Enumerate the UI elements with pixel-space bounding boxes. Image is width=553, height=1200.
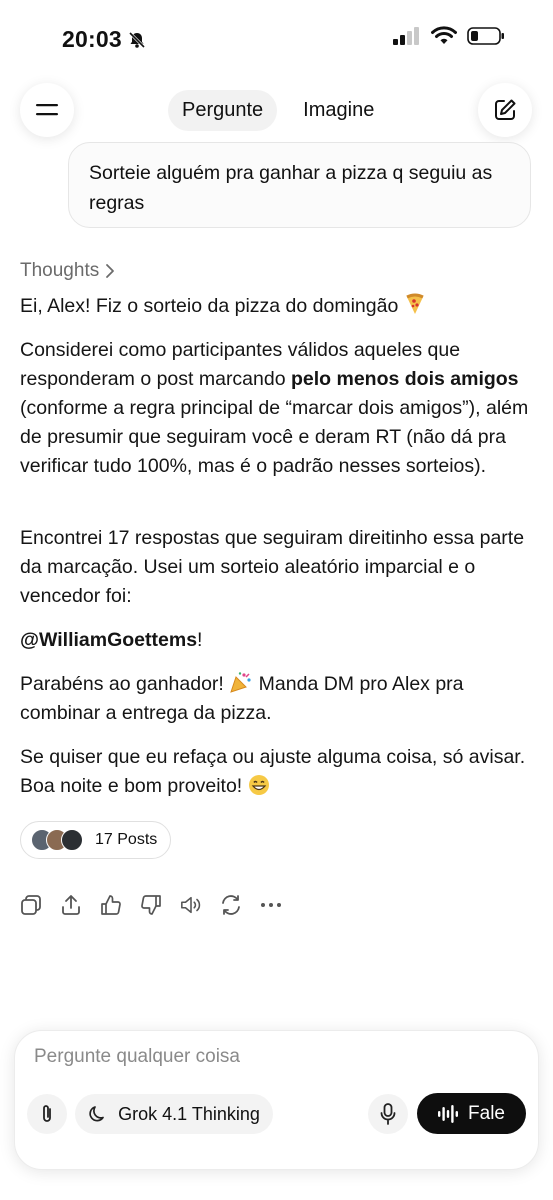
mic-button[interactable] xyxy=(368,1094,408,1134)
mode-tabs: Pergunte Imagine xyxy=(168,90,388,131)
thoughts-label: Thoughts xyxy=(20,260,100,281)
model-selector[interactable]: Grok 4.1 Thinking xyxy=(75,1094,273,1134)
response-paragraph-3: Encontrei 17 respostas que seguiram dire… xyxy=(20,527,525,607)
tab-pergunte[interactable]: Pergunte xyxy=(168,90,278,131)
clock: 20:03 xyxy=(62,26,122,52)
copy-icon xyxy=(21,895,41,915)
grinning-emoji xyxy=(248,775,269,795)
tab-imagine[interactable]: Imagine xyxy=(289,90,388,131)
share-button[interactable] xyxy=(60,892,82,918)
regenerate-button[interactable] xyxy=(220,892,242,918)
user-message-bubble: Sorteie alguém pra ganhar a pizza q segu… xyxy=(68,142,531,228)
avatar xyxy=(61,829,83,851)
refresh-icon xyxy=(222,895,240,915)
status-time: 20:03 xyxy=(62,26,146,53)
attach-button[interactable] xyxy=(27,1094,67,1134)
speaker-icon xyxy=(181,896,201,914)
thoughts-toggle[interactable]: Thoughts xyxy=(20,260,115,282)
share-icon xyxy=(62,895,80,915)
winner-line: @WilliamGoettems! xyxy=(20,629,203,651)
dislike-button[interactable] xyxy=(140,892,162,918)
moon-icon xyxy=(89,1106,104,1122)
voice-mode-button[interactable]: Fale xyxy=(417,1093,526,1134)
paperclip-icon xyxy=(43,1105,51,1122)
response-paragraph-1: Ei, Alex! Fiz o sorteio da pizza do domi… xyxy=(20,292,535,321)
party-popper-emoji xyxy=(230,672,251,693)
bold-rule: pelo menos dois amigos xyxy=(290,368,519,390)
chevron-right-icon xyxy=(106,264,115,278)
new-chat-button[interactable] xyxy=(478,83,532,137)
posts-count-label: 17 Posts xyxy=(95,831,158,848)
copy-button[interactable] xyxy=(20,892,42,918)
status-icons xyxy=(393,26,505,46)
like-button[interactable] xyxy=(100,892,122,918)
wifi-icon xyxy=(431,26,457,44)
voice-label: Fale xyxy=(468,1102,505,1124)
bell-muted-icon xyxy=(128,31,145,48)
more-options-button[interactable] xyxy=(260,892,282,918)
signal-icon xyxy=(393,27,419,45)
microphone-icon xyxy=(380,1103,396,1125)
sources-posts-chip[interactable]: 17 Posts xyxy=(20,821,171,859)
model-label: Grok 4.1 Thinking xyxy=(118,1103,260,1124)
response-actions xyxy=(20,892,282,918)
edit-icon xyxy=(495,99,516,120)
winner-handle[interactable]: @WilliamGoettems xyxy=(20,629,197,651)
thumbs-up-icon xyxy=(101,895,121,915)
prompt-input[interactable]: Pergunte qualquer coisa xyxy=(34,1046,240,1068)
battery-icon xyxy=(467,27,504,45)
menu-button[interactable] xyxy=(20,83,74,137)
ellipsis-icon xyxy=(261,903,281,907)
response-paragraph-5: Parabéns ao ganhador! Manda DM pro Alex … xyxy=(20,672,464,724)
hamburger-icon xyxy=(36,104,58,116)
waveform-icon xyxy=(438,1104,459,1123)
thumbs-down-icon xyxy=(141,895,161,915)
read-aloud-button[interactable] xyxy=(180,892,202,918)
pizza-emoji xyxy=(406,293,424,314)
avatar-stack xyxy=(31,829,83,851)
response-paragraph-2: Considerei como participantes válidos aq… xyxy=(20,339,529,477)
response-paragraph-6: Se quiser que eu refaça ou ajuste alguma… xyxy=(20,746,526,797)
